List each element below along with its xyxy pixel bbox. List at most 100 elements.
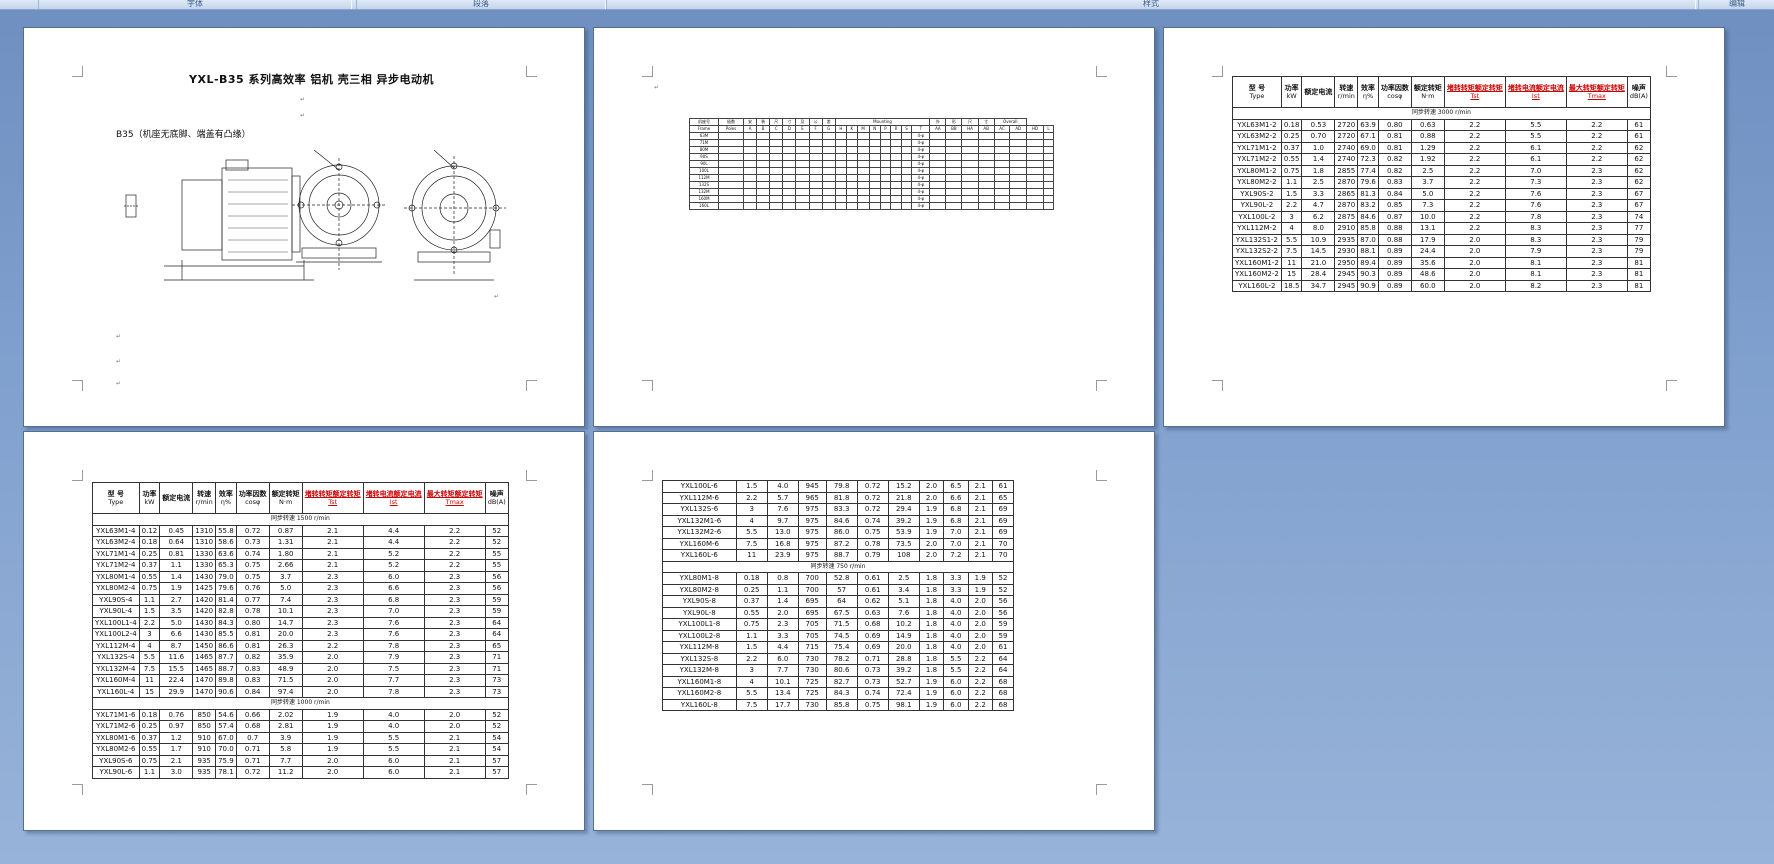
dim-subheader-cell: AB <box>977 125 995 133</box>
dim-cell <box>1043 139 1054 147</box>
table-cell: 2.3 <box>423 628 486 641</box>
table-row: YXL112M-6 2.2 5.7 965 81.8 0.72 21.8 2.0 6.6 2.1 6… <box>662 491 1015 504</box>
table-cell: 910 <box>192 743 217 756</box>
dim-subheader-cell: R <box>890 125 902 133</box>
table-cell: 48.6 <box>1410 268 1445 281</box>
table-cell: 67.5 <box>825 606 858 619</box>
dim-cell <box>961 160 979 168</box>
table-cell: 57 <box>825 583 858 596</box>
table-cell: 2.0 <box>423 708 486 721</box>
ribbon-group-paragraph[interactable]: 段落 <box>356 0 606 9</box>
table-cell: 6.0 <box>943 687 969 700</box>
dim-cell <box>834 202 848 210</box>
dim-cell <box>945 146 963 154</box>
dim-cell <box>1009 132 1027 140</box>
column-header-efficiency: 效率 η% <box>1357 76 1379 108</box>
document-page-3[interactable]: 型 号 Type 功率 kW 额定电流 转速 r/min 效率 η% 功率因数 cosφ 额定转矩 N·… <box>1163 27 1725 427</box>
motor-drawing <box>124 150 506 281</box>
table-cell: 20.0 <box>268 628 303 641</box>
column-header-unit: Tst <box>328 498 338 506</box>
table-cell: YXL160L-8 <box>662 698 737 711</box>
table-cell: YXL71M1-2 <box>1232 141 1282 154</box>
dim-cell <box>834 139 848 147</box>
dim-cell <box>1009 139 1027 147</box>
table-cell: YXL100L-6 <box>662 480 737 493</box>
table-cell: 64 <box>991 664 1015 677</box>
dim-cell <box>945 132 963 140</box>
table-cell: 6.8 <box>362 593 425 606</box>
dim-cell: 4-φ <box>911 160 931 168</box>
table-cell: 0.68 <box>235 720 270 733</box>
table-cell: 2.0 <box>1443 268 1506 281</box>
table-cell: 1.1 <box>735 629 768 642</box>
table-cell: YXL100L1-8 <box>662 618 737 631</box>
table-cell: 2.2 <box>423 559 486 572</box>
table-cell: 6.5 <box>943 480 969 493</box>
table-cell: 2855 <box>1334 164 1359 177</box>
table-cell: 3.7 <box>268 570 303 583</box>
column-header-speed: 转速 r/min <box>192 482 217 514</box>
dim-row: 63M 4-φ <box>689 132 1054 140</box>
table-cell: 69 <box>991 514 1015 527</box>
margin-corner <box>1212 66 1223 77</box>
table-cell: YXL71M1-6 <box>92 708 140 721</box>
dim-cell <box>900 202 913 210</box>
table-cell: 56 <box>991 595 1015 608</box>
table-cell: 0.55 <box>735 606 768 619</box>
document-page-5[interactable]: YXL100L-6 1.5 4.0 945 79.8 0.72 15.2 2.0 6.5 2.1 6… <box>593 431 1155 831</box>
column-header-label: 额定电流 <box>1304 88 1333 96</box>
table-cell: 5.1 <box>887 595 920 608</box>
dim-cell <box>756 160 771 168</box>
dim-row: 160L 4-φ <box>689 202 1054 210</box>
table-cell: 74 <box>1626 210 1651 223</box>
table-cell: 79.6 <box>215 582 237 595</box>
ribbon-group-styles[interactable]: 样式 <box>606 0 1696 9</box>
table-cell: 61 <box>1626 130 1651 143</box>
table-cell: 1.4 <box>159 570 194 583</box>
table-cell: 11 <box>735 549 768 562</box>
table-cell: 4.0 <box>766 480 799 493</box>
column-header-rated-torque: 额定转矩 N·m <box>1410 76 1445 108</box>
table-cell: 82.7 <box>825 675 858 688</box>
table-cell: 0.89 <box>1377 245 1412 258</box>
table-cell: 2.3 <box>423 674 486 687</box>
table-cell: 13.4 <box>766 687 799 700</box>
table-cell: 7.5 <box>138 662 161 675</box>
table-cell: 55.8 <box>215 524 237 537</box>
table-cell: 4.4 <box>362 536 425 549</box>
dim-cell <box>1043 195 1054 203</box>
dim-cell <box>868 153 881 161</box>
table-cell: 2.0 <box>1443 233 1506 246</box>
table-cell: 52 <box>991 583 1015 596</box>
column-header-unit: dB(A) <box>487 498 506 506</box>
dim-subheader-cell: A <box>743 125 758 133</box>
dim-cell <box>834 174 848 182</box>
dim-header-cell: 安 <box>743 118 758 126</box>
table-cell: 975 <box>797 549 827 562</box>
table-cell: 7.6 <box>887 606 920 619</box>
table-cell: 77 <box>1626 222 1651 235</box>
table-cell: 0.37 <box>1280 141 1303 154</box>
table-cell: 0.88 <box>1377 233 1412 246</box>
dim-cell <box>900 139 913 147</box>
column-header-label: 最大转矩额定转矩 <box>1568 84 1625 92</box>
column-header-start-torque: 堵转转矩额定转矩 Tst <box>301 482 364 514</box>
ribbon-group-editing[interactable]: 编辑 <box>1698 0 1774 9</box>
table-cell: 705 <box>797 618 827 631</box>
document-page-2[interactable]: ↵ 机座号 极数安装尺寸及公差 Mounting 外形尺寸 Overall Frame Po… <box>593 27 1155 427</box>
document-page-4[interactable]: 型 号 Type 功率 kW 额定电流 转速 r/min 效率 η% 功率因数 cosφ 额定转矩 N·… <box>23 431 585 831</box>
table-row: YXL80M1-6 0.37 1.2 910 67.0 0.7 3.9 1.9 5.5 2.1 54 <box>92 731 509 744</box>
table-cell: 70.0 <box>215 743 237 756</box>
dim-cell <box>890 174 902 182</box>
ribbon-group-font[interactable]: 字体 <box>38 0 352 9</box>
table-cell: 0.87 <box>268 524 303 537</box>
table-cell: 57.4 <box>215 720 237 733</box>
table-cell: 14.9 <box>887 629 920 642</box>
document-page-1[interactable]: YXL-B35 系列高效率 铝机 壳三相 异步电动机 ↵ ↵ B35（机座无底脚… <box>23 27 585 427</box>
table-cell: 695 <box>797 595 827 608</box>
dim-cell <box>1009 153 1027 161</box>
margin-corner <box>526 66 537 77</box>
table-row: YXL80M2-8 0.25 1.1 700 57 0.61 3.4 1.8 3.3 1.9 52 <box>662 583 1015 596</box>
column-header-power: 功率 kW <box>1280 76 1303 108</box>
dim-cell <box>834 188 848 196</box>
